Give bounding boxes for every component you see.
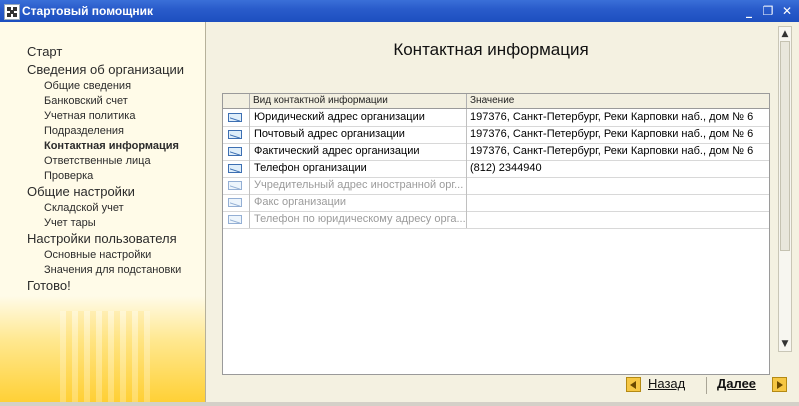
fax-icon	[228, 198, 242, 207]
step-responsible-persons[interactable]: Ответственные лица	[44, 155, 151, 167]
step-departments[interactable]: Подразделения	[44, 125, 124, 137]
minimize-button[interactable]: _	[741, 3, 757, 19]
row-kind[interactable]: Фактический адрес организации	[250, 143, 467, 160]
table-row[interactable]: Фактический адрес организации 197376, Са…	[223, 143, 769, 161]
close-button[interactable]: ✕	[779, 3, 795, 19]
row-value[interactable]	[467, 177, 769, 194]
row-kind[interactable]: Факс организации	[250, 194, 467, 211]
step-general-info[interactable]: Общие сведения	[44, 80, 131, 92]
row-kind[interactable]: Почтовый адрес организации	[250, 126, 467, 143]
phone-icon	[228, 215, 242, 224]
step-done[interactable]: Готово!	[27, 278, 71, 293]
step-main-settings[interactable]: Основные настройки	[44, 249, 151, 261]
envelope-icon	[228, 181, 242, 190]
table-row[interactable]: Телефон организации (812) 2344940	[223, 160, 769, 178]
contact-info-table: Вид контактной информации Значение Юриди…	[222, 93, 770, 375]
step-warehouse-accounting[interactable]: Складской учет	[44, 202, 124, 214]
row-kind[interactable]: Телефон организации	[250, 160, 467, 177]
column-header-value[interactable]: Значение	[467, 94, 769, 108]
step-general-settings[interactable]: Общие настройки	[27, 184, 135, 199]
row-value[interactable]	[467, 194, 769, 211]
back-button[interactable]: Назад	[648, 376, 685, 394]
scroll-down-icon[interactable]: ▼	[779, 337, 791, 351]
step-check[interactable]: Проверка	[44, 170, 93, 182]
app-icon	[4, 4, 20, 20]
step-container-accounting[interactable]: Учет тары	[44, 217, 96, 229]
icon-column-header	[223, 94, 250, 108]
title-bar: Стартовый помощник _ ❐ ✕	[0, 0, 799, 22]
sidebar: Старт Сведения об организации Общие свед…	[0, 22, 205, 406]
page-title: Контактная информация	[393, 40, 589, 59]
table-row[interactable]: Почтовый адрес организации 197376, Санкт…	[223, 126, 769, 144]
table-row[interactable]: Факс организации	[223, 194, 769, 212]
step-organization-info[interactable]: Сведения об организации	[27, 62, 184, 77]
window-title: Стартовый помощник	[22, 4, 153, 18]
scroll-thumb[interactable]	[780, 41, 790, 251]
row-value[interactable]	[467, 211, 769, 228]
table-header: Вид контактной информации Значение	[223, 94, 769, 109]
phone-icon	[228, 164, 242, 173]
row-kind[interactable]: Юридический адрес организации	[250, 109, 467, 126]
table-row[interactable]: Учредительный адрес иностранной орг...	[223, 177, 769, 195]
next-button[interactable]: Далее	[717, 376, 756, 394]
step-bank-account[interactable]: Банковский счет	[44, 95, 128, 107]
maximize-button[interactable]: ❐	[760, 3, 776, 19]
step-default-values[interactable]: Значения для подстановки	[44, 264, 181, 276]
step-accounting-policy[interactable]: Учетная политика	[44, 110, 135, 122]
column-header-kind[interactable]: Вид контактной информации	[250, 94, 467, 108]
row-kind[interactable]: Телефон по юридическому адресу орга...	[250, 211, 467, 228]
row-value[interactable]: 197376, Санкт-Петербург, Реки Карповки н…	[467, 126, 769, 143]
nav-separator	[706, 377, 707, 394]
step-contact-info[interactable]: Контактная информация	[44, 140, 179, 152]
main-panel: Контактная информация Вид контактной инф…	[206, 22, 799, 406]
window-bottom-edge	[0, 402, 799, 406]
row-value[interactable]: 197376, Санкт-Петербург, Реки Карповки н…	[467, 109, 769, 126]
back-arrow-icon[interactable]	[626, 377, 641, 392]
building-image	[60, 311, 150, 406]
envelope-icon	[228, 147, 242, 156]
step-start[interactable]: Старт	[27, 44, 62, 59]
scroll-up-icon[interactable]: ▲	[779, 27, 791, 41]
envelope-icon	[228, 130, 242, 139]
row-value[interactable]: (812) 2344940	[467, 160, 769, 177]
table-row[interactable]: Телефон по юридическому адресу орга...	[223, 211, 769, 229]
next-arrow-icon[interactable]	[772, 377, 787, 392]
row-value[interactable]: 197376, Санкт-Петербург, Реки Карповки н…	[467, 143, 769, 160]
table-row[interactable]: Юридический адрес организации 197376, Са…	[223, 109, 769, 127]
step-user-settings[interactable]: Настройки пользователя	[27, 231, 177, 246]
row-kind[interactable]: Учредительный адрес иностранной орг...	[250, 177, 467, 194]
vertical-scrollbar[interactable]: ▲ ▼	[778, 26, 792, 352]
envelope-icon	[228, 113, 242, 122]
